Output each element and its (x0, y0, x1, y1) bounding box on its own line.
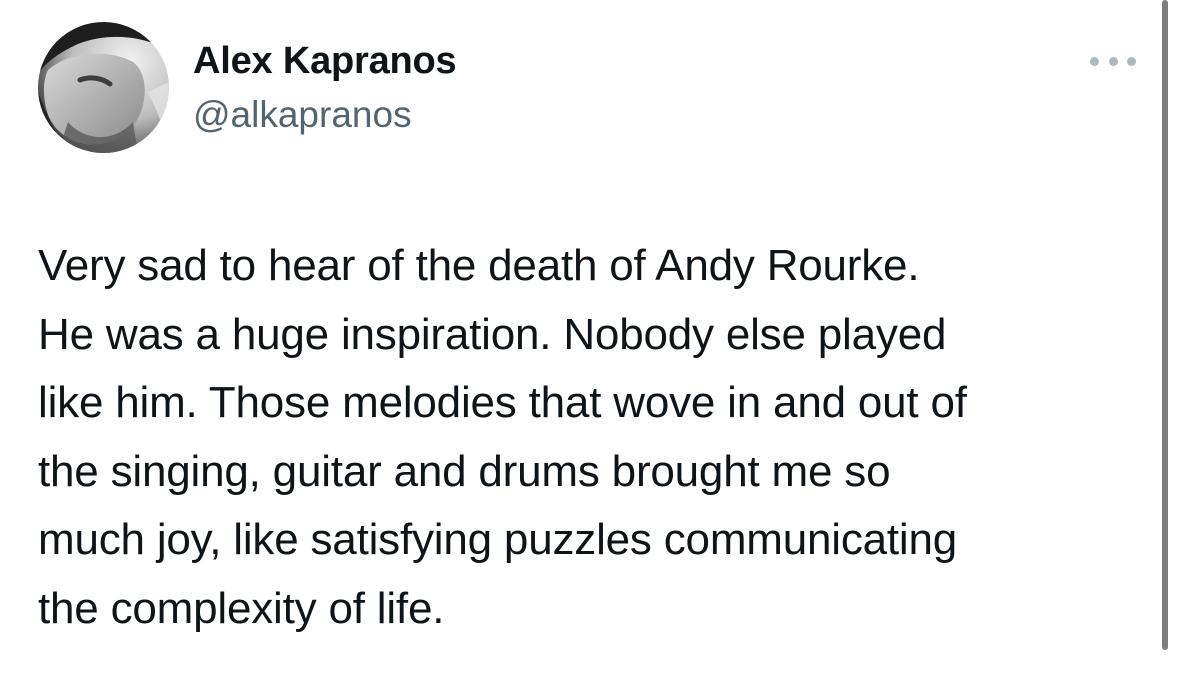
avatar[interactable] (38, 22, 169, 153)
menu-dot (1127, 56, 1136, 66)
profile-photo (38, 22, 169, 153)
author-display-name[interactable]: Alex Kapranos (193, 40, 457, 83)
scrollbar[interactable] (1162, 0, 1168, 650)
tweet-text: Very sad to hear of the death of Andy Ro… (38, 241, 967, 633)
menu-dot (1108, 56, 1118, 66)
author-handle[interactable]: @alkapranos (193, 94, 412, 136)
menu-dot (1090, 56, 1099, 66)
more-options-icon[interactable] (1090, 48, 1136, 74)
tweet-card: Alex Kapranos @alkapranos Very sad to he… (0, 0, 1179, 694)
